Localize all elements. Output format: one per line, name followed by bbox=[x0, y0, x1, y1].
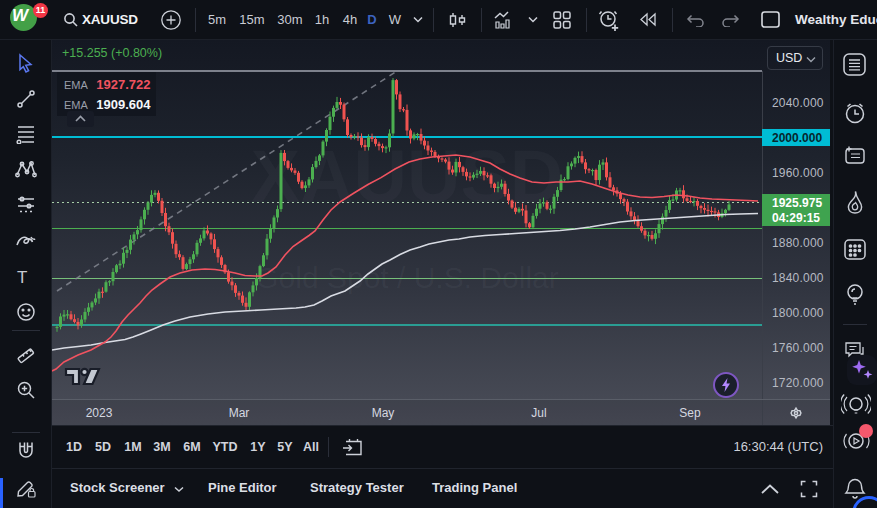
svg-text:Gold Spot / U.S. Dollar: Gold Spot / U.S. Dollar bbox=[255, 261, 558, 294]
